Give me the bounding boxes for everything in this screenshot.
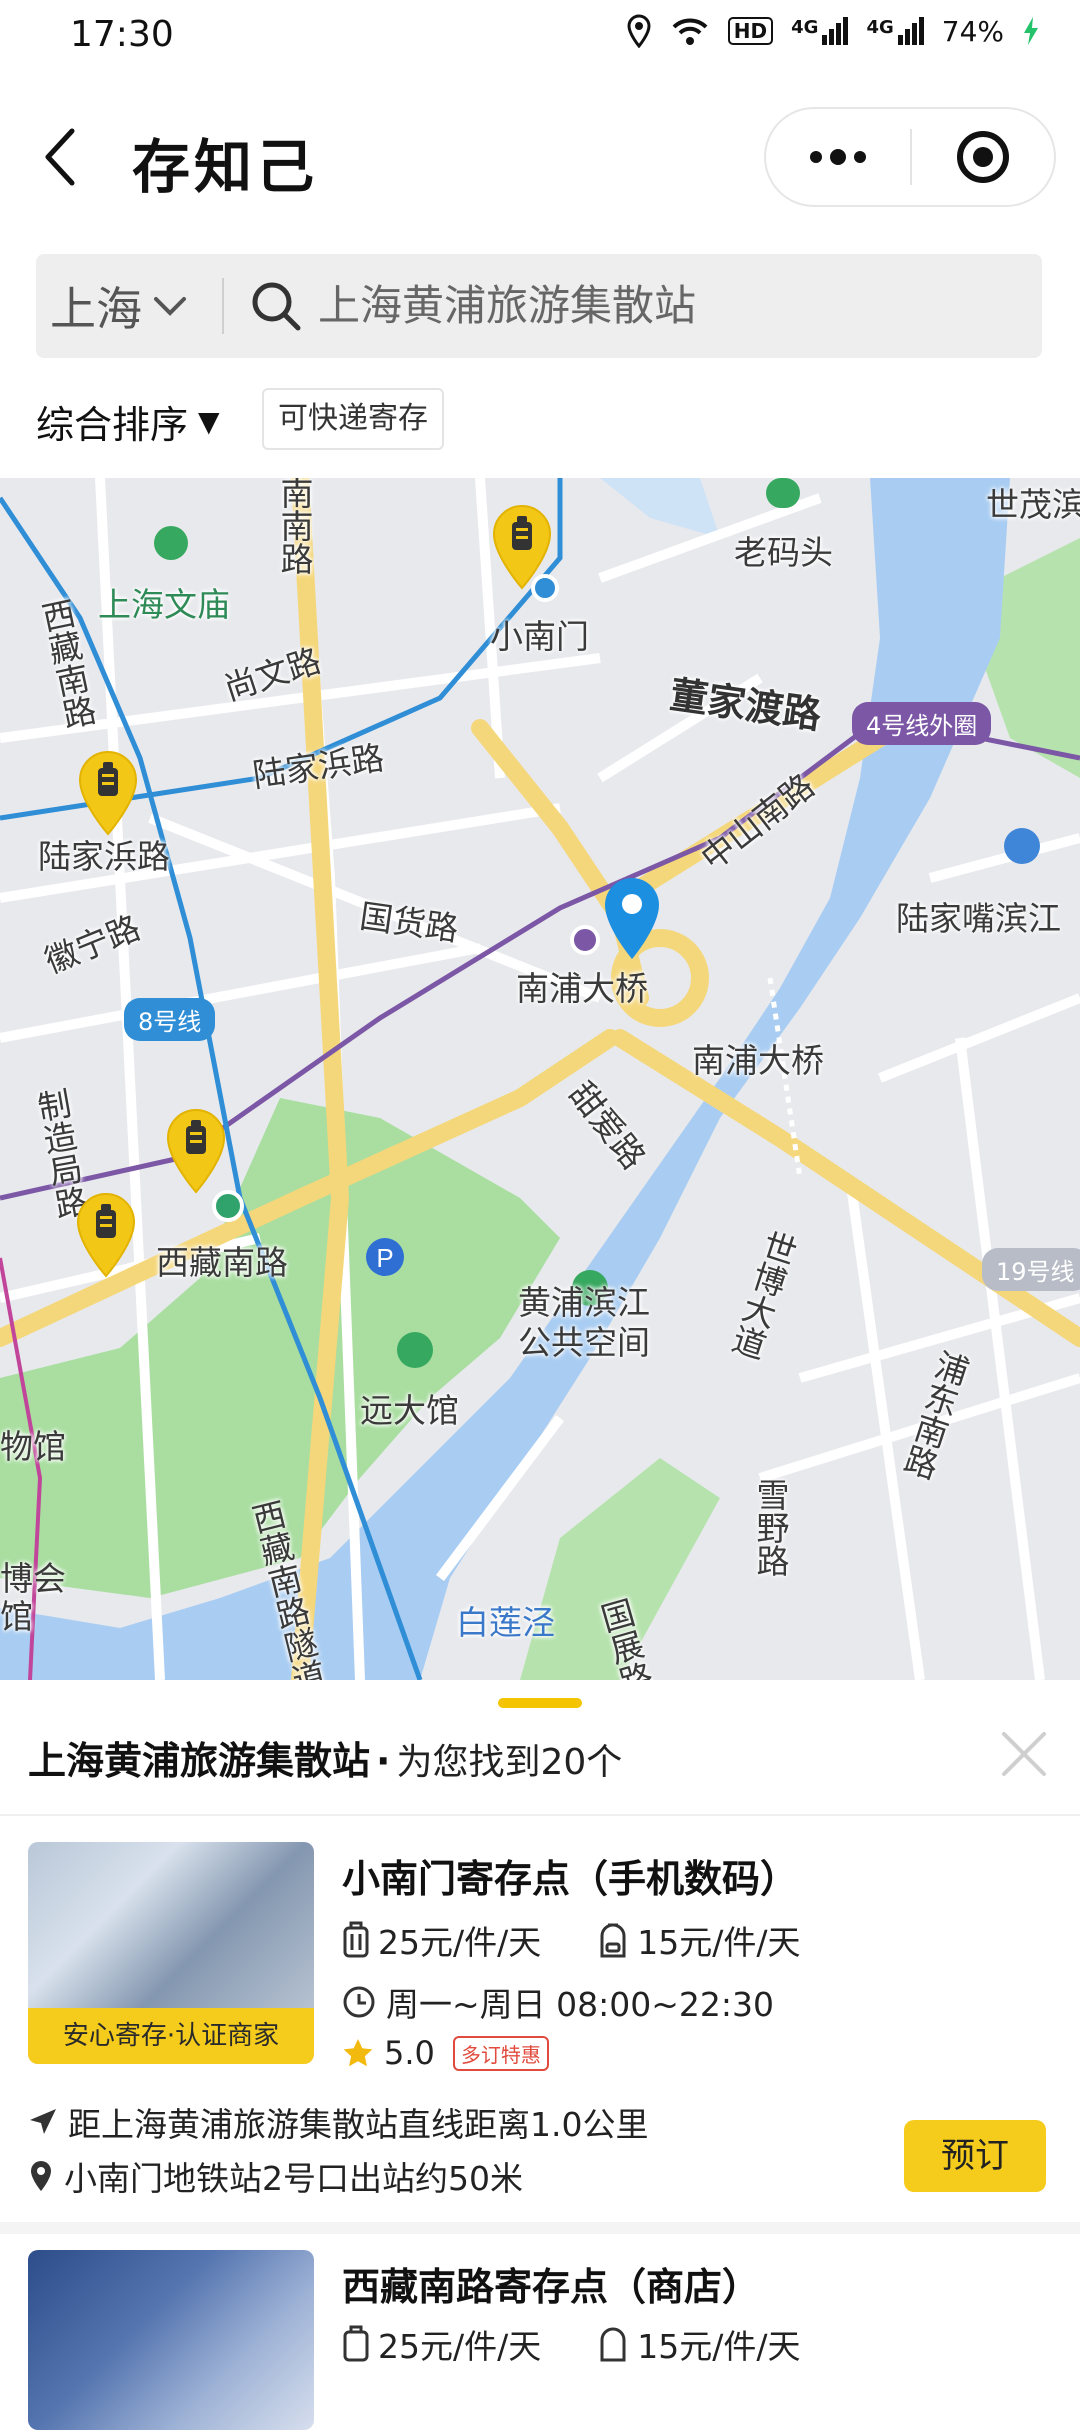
certified-badge: 安心寄存·认证商家	[28, 2008, 314, 2064]
more-button[interactable]	[766, 109, 910, 205]
city-selector[interactable]: 上海	[50, 254, 188, 358]
luggage-locker-pin[interactable]	[164, 1108, 228, 1196]
miniprogram-capsule	[764, 107, 1056, 207]
status-icons: HD 4G 4G 74%	[626, 14, 1040, 48]
map-label: 西藏南路	[156, 1243, 288, 1282]
status-bar: 17:30 HD 4G 4G 74%	[0, 0, 1080, 80]
bag-price: 15元/件/天	[597, 1916, 800, 1964]
luggage-price: 25元/件/天	[342, 1916, 541, 1964]
map-canvas: P	[0, 478, 1080, 1680]
location-text: 小南门地铁站2号口出站约50米	[64, 2159, 523, 2198]
navigation-arrow-icon	[30, 2109, 56, 2134]
distance-text: 距上海黄浦旅游集散站直线距离1.0公里	[68, 2105, 649, 2144]
map-label: 小南门	[490, 617, 589, 656]
page-title: 存知己	[132, 133, 319, 201]
map-label: 南浦大桥	[516, 969, 648, 1008]
search-icon	[252, 282, 301, 331]
sort-label: 综合排序	[36, 403, 189, 447]
chevron-down-icon	[154, 297, 186, 316]
luggage-locker-pin[interactable]	[490, 504, 554, 592]
map-label: 老码头	[734, 533, 833, 572]
map-label: 上海文庙	[98, 585, 230, 624]
book-button[interactable]: 预订	[904, 2120, 1046, 2192]
search-bar: 上海 上海黄浦旅游集散站	[36, 254, 1042, 358]
opening-hours: 周一~周日 08:00~22:30	[386, 1985, 774, 2024]
sort-dropdown[interactable]: 综合排序 ▼	[36, 394, 220, 449]
results-count: 为您找到20个	[396, 1742, 623, 1783]
signal-icon-1: 4G	[791, 17, 849, 45]
search-input[interactable]: 上海黄浦旅游集散站	[318, 254, 696, 358]
map-label: 物馆	[0, 1427, 66, 1466]
results-dot: ·	[376, 1739, 391, 1783]
backpack-icon	[600, 2327, 626, 2362]
clock-icon	[343, 1986, 375, 2018]
rating-value: 5.0	[384, 2034, 435, 2072]
metro-line-badge: 8号线	[124, 998, 216, 1041]
metro-line-badge: 4号线外圈	[852, 702, 992, 745]
express-storage-filter[interactable]: 可快递寄存	[262, 388, 444, 450]
city-label: 上海	[50, 282, 142, 336]
header: 存知己	[0, 95, 1080, 225]
more-dots-icon	[810, 149, 866, 165]
search-divider	[222, 278, 224, 334]
map-label: 远大馆	[360, 1391, 459, 1430]
svg-text:P: P	[376, 1243, 393, 1273]
charging-icon	[1024, 17, 1038, 45]
map-label: 陆家嘴滨江	[896, 899, 1061, 938]
destination-pin-icon	[605, 878, 659, 959]
map-label: 南南路	[275, 478, 314, 575]
luggage-price-text: 25元/件/天	[378, 1923, 542, 1962]
price-row: 25元/件/天 15元/件/天	[342, 1916, 856, 1964]
bag-price: 15元/件/天	[597, 2320, 800, 2368]
network-type-2: 4G	[866, 17, 894, 38]
hours-row: 周一~周日 08:00~22:30	[342, 1978, 774, 2026]
map-label: 南浦大桥	[692, 1041, 824, 1080]
rating-row: 5.0 多订特惠	[342, 2034, 549, 2072]
star-icon	[343, 2039, 373, 2067]
luggage-price-text: 25元/件/天	[378, 2327, 542, 2366]
divider	[0, 1814, 1080, 1816]
battery-text: 74%	[941, 14, 1004, 48]
sort-arrow-icon: ▼	[198, 405, 220, 438]
luggage-locker-pin[interactable]	[76, 750, 140, 838]
metro-line-badge: 19号线	[982, 1248, 1080, 1291]
hd-icon: HD	[727, 17, 774, 45]
close-miniprogram-button[interactable]	[912, 109, 1054, 205]
signal-icon-2: 4G	[866, 17, 924, 45]
results-header: 上海黄浦旅游集散站 · 为您找到20个	[28, 1730, 622, 1785]
backpack-icon	[600, 1923, 626, 1958]
map-label: 白莲泾	[456, 1603, 555, 1642]
suitcase-icon	[343, 2325, 369, 2362]
map-label: 馆	[0, 1597, 33, 1636]
results-location: 上海黄浦旅游集散站	[28, 1739, 371, 1783]
location-icon	[627, 14, 651, 48]
close-icon[interactable]	[996, 1726, 1052, 1782]
map-label: 世茂滨	[986, 485, 1080, 524]
target-circle-icon	[957, 131, 1009, 183]
store-name[interactable]: 小南门寄存点（手机数码）	[342, 1848, 798, 1903]
back-arrow-icon	[45, 128, 75, 186]
promo-tag: 多订特惠	[452, 2035, 549, 2071]
drag-handle[interactable]	[498, 1698, 582, 1708]
location-row: 小南门地铁站2号口出站约50米	[28, 2152, 523, 2200]
location-pin-icon	[31, 2161, 51, 2191]
map-label: 雪野路	[751, 1478, 790, 1577]
store-photo[interactable]	[28, 2250, 314, 2430]
luggage-locker-pin[interactable]	[74, 1192, 138, 1280]
bag-price-text: 15元/件/天	[637, 1923, 801, 1962]
price-row: 25元/件/天 15元/件/天	[342, 2320, 856, 2368]
store-name[interactable]: 西藏南路寄存点（商店）	[342, 2256, 760, 2311]
status-time: 17:30	[70, 14, 174, 55]
suitcase-icon	[343, 1921, 369, 1958]
back-button[interactable]	[40, 125, 100, 195]
store-photo[interactable]: 安心寄存·认证商家	[28, 1842, 314, 2064]
map-label: 公共空间	[518, 1323, 650, 1362]
network-type-1: 4G	[791, 17, 819, 38]
bag-price-text: 15元/件/天	[637, 2327, 801, 2366]
distance-row: 距上海黄浦旅游集散站直线距离1.0公里	[28, 2098, 648, 2146]
card-divider	[0, 2222, 1080, 2234]
map-view[interactable]: P 南南路 上海文庙 西藏南路 尚文路 小南门 老码头 世茂滨 董家渡路 陆家浜…	[0, 478, 1080, 1680]
wifi-icon	[672, 18, 708, 45]
luggage-price: 25元/件/天	[342, 2320, 541, 2368]
